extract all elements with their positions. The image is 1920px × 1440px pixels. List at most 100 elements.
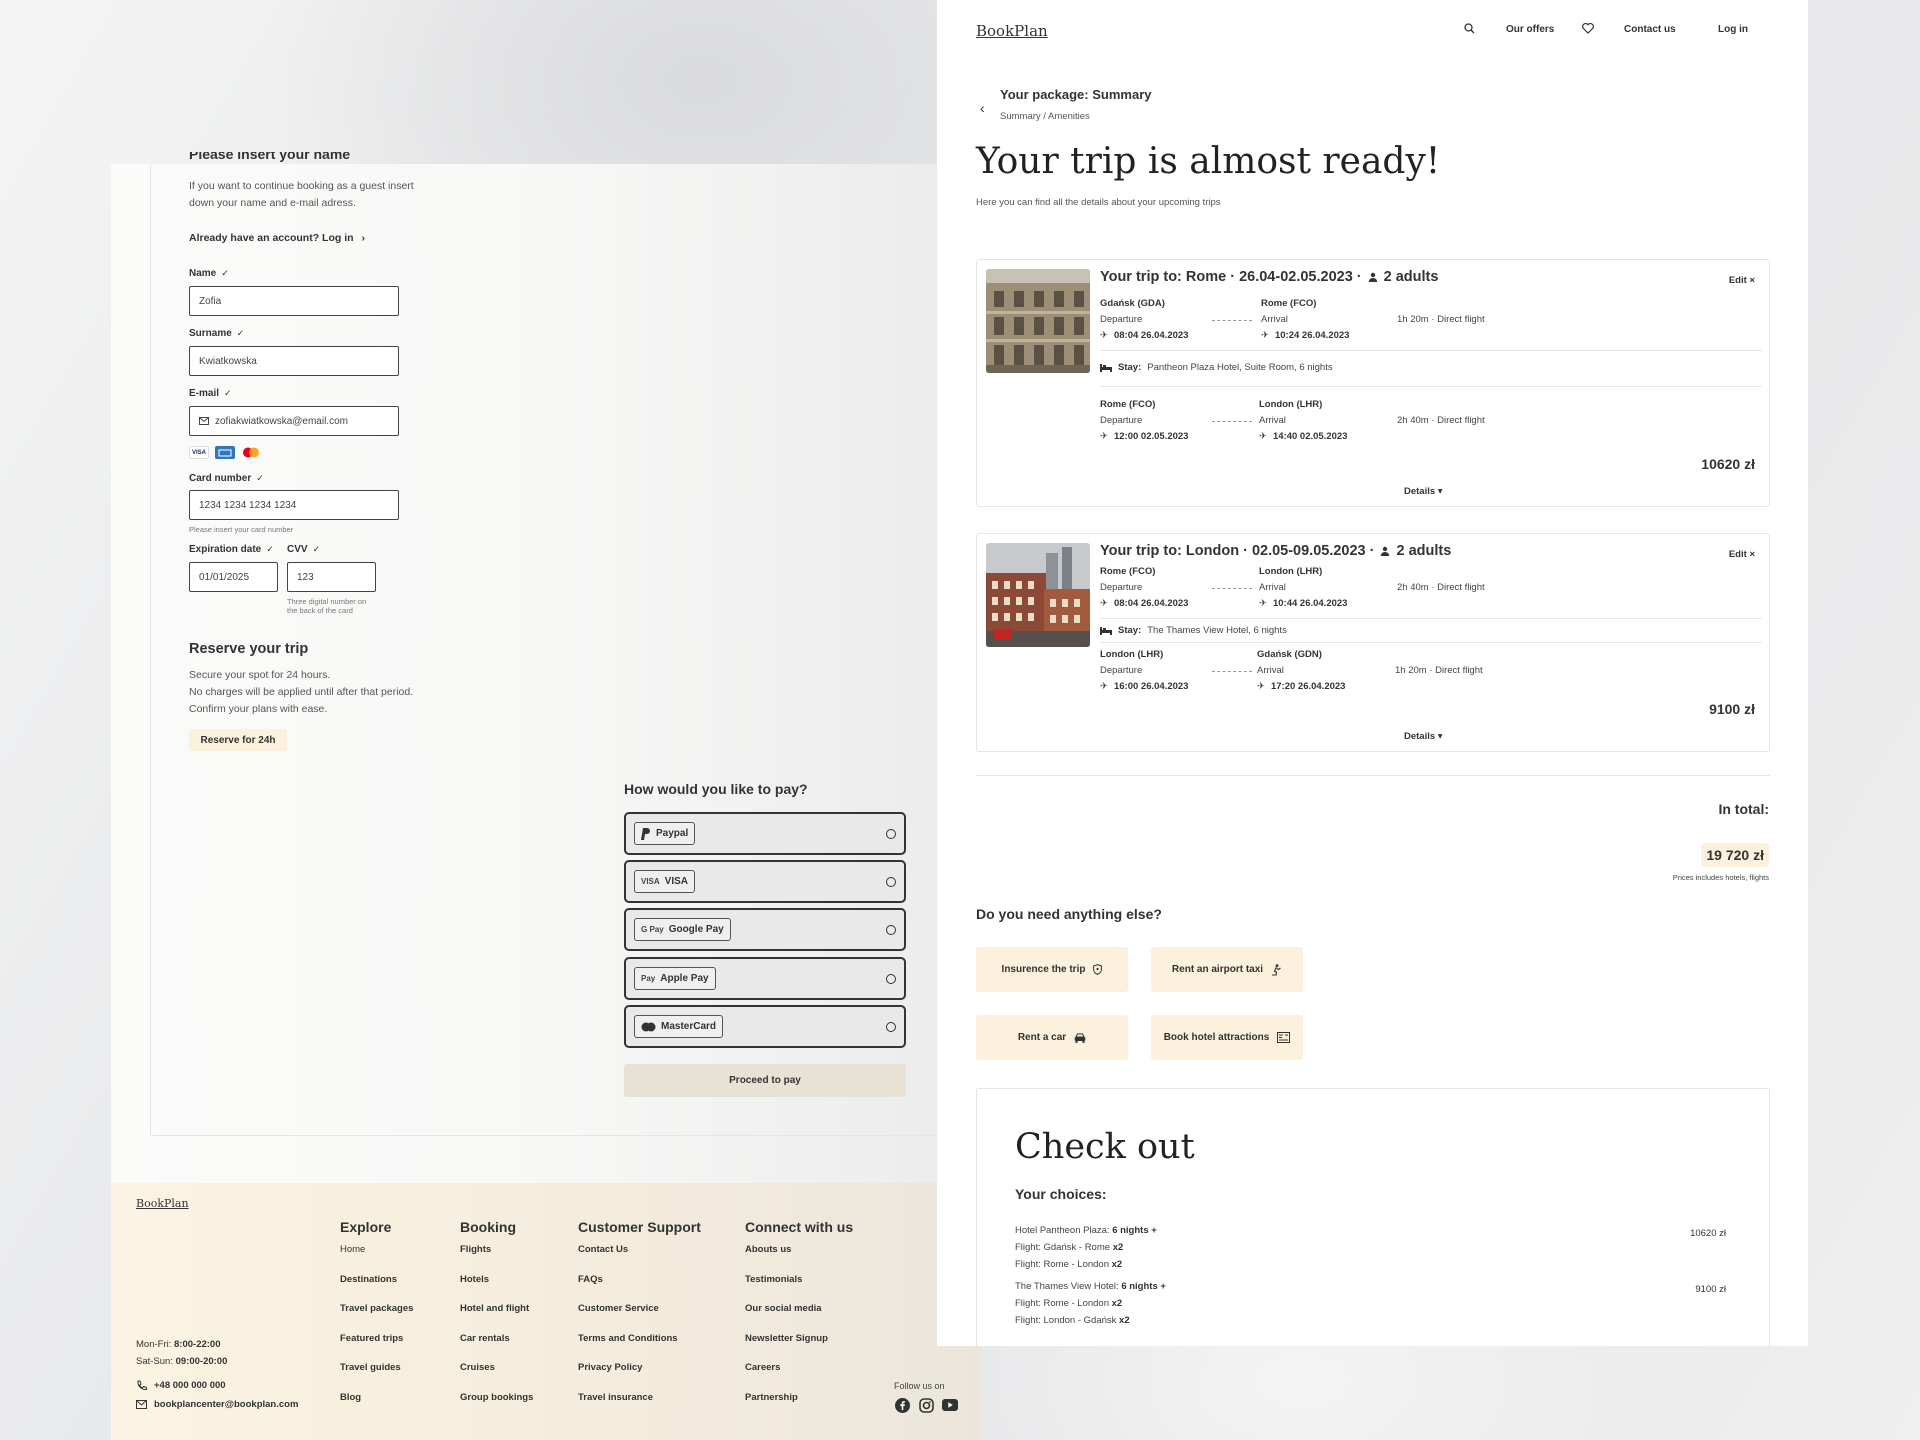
edit-trip-button[interactable]: Edit × bbox=[1729, 275, 1755, 286]
check-icon: ✓ bbox=[236, 328, 245, 338]
login-link[interactable]: Already have an account? Log in › bbox=[189, 230, 365, 247]
payment-option-google-pay[interactable]: G Pay Google Pay bbox=[624, 908, 906, 951]
plane-landing-icon: ✈ bbox=[1261, 330, 1269, 341]
divider bbox=[1100, 618, 1762, 619]
section-divider bbox=[976, 775, 1770, 776]
rent-car-button[interactable]: Rent a car bbox=[976, 1015, 1128, 1060]
total-price: 19 720 zł bbox=[1701, 843, 1769, 867]
trip-card-rome: Your trip to: Rome · 26.04-02.05.2023 · … bbox=[976, 259, 1770, 507]
mastercard-tag: MasterCard bbox=[634, 1015, 724, 1038]
radio-mastercard[interactable] bbox=[886, 1022, 896, 1032]
proceed-to-pay-button[interactable]: Proceed to pay bbox=[624, 1064, 906, 1097]
check-icon: ✓ bbox=[221, 268, 229, 278]
footer-support-title: Customer Support bbox=[578, 1219, 701, 1235]
footer-link[interactable]: Blog bbox=[340, 1392, 413, 1422]
surname-field[interactable]: Kwiatkowska bbox=[189, 346, 399, 376]
instagram-icon[interactable] bbox=[918, 1397, 934, 1413]
radio-google-pay[interactable] bbox=[886, 925, 896, 935]
footer-explore-title: Explore bbox=[340, 1219, 392, 1235]
social-links bbox=[894, 1397, 958, 1413]
footer-link[interactable]: Featured trips bbox=[340, 1333, 413, 1363]
follow-us-label: Follow us on bbox=[894, 1381, 945, 1391]
details-toggle[interactable]: Details ▾ bbox=[1404, 731, 1443, 742]
person-icon bbox=[1368, 272, 1378, 282]
name-field[interactable]: Zofia bbox=[189, 286, 399, 316]
edit-trip-button[interactable]: Edit × bbox=[1729, 549, 1755, 560]
footer-link[interactable]: Hotels bbox=[460, 1274, 533, 1304]
apple-pay-icon: Pay bbox=[641, 974, 656, 983]
radio-paypal[interactable] bbox=[886, 829, 896, 839]
heart-icon[interactable] bbox=[1582, 23, 1594, 34]
footer-phone[interactable]: +48 000 000 000 bbox=[136, 1380, 226, 1391]
payment-title: How would you like to pay? bbox=[624, 781, 808, 797]
payment-option-mastercard[interactable]: MasterCard bbox=[624, 1005, 906, 1048]
details-toggle[interactable]: Details ▾ bbox=[1404, 486, 1443, 497]
radio-visa[interactable] bbox=[886, 877, 896, 887]
visa-tag: VISA VISA bbox=[634, 870, 696, 893]
footer-link[interactable]: Abouts us bbox=[745, 1244, 853, 1274]
email-field[interactable]: zofiakwiatkowska@email.com bbox=[189, 406, 399, 436]
youtube-icon[interactable] bbox=[942, 1397, 958, 1413]
nav-contact-us[interactable]: Contact us bbox=[1624, 24, 1676, 35]
payment-option-apple-pay[interactable]: Pay Apple Pay bbox=[624, 957, 906, 1000]
reserve-button[interactable]: Reserve for 24h bbox=[189, 729, 287, 751]
footer-link[interactable]: Partnership bbox=[745, 1392, 853, 1422]
check-icon: ✓ bbox=[266, 544, 274, 554]
site-logo[interactable]: BookPlan bbox=[976, 22, 1048, 40]
page-subtitle: Here you can find all the details about … bbox=[976, 197, 1221, 208]
cvv-field[interactable]: 123 bbox=[287, 562, 376, 592]
footer-link[interactable]: Travel insurance bbox=[578, 1392, 701, 1422]
footer-link[interactable]: Hotel and flight bbox=[460, 1303, 533, 1333]
footer-email[interactable]: bookplancenter@bookplan.com bbox=[136, 1399, 298, 1410]
plane-takeoff-icon: ✈ bbox=[1100, 431, 1108, 442]
footer-link[interactable]: Newsletter Signup bbox=[745, 1333, 853, 1363]
footer-link[interactable]: Travel guides bbox=[340, 1362, 413, 1392]
footer-link[interactable]: Cruises bbox=[460, 1362, 533, 1392]
footer-link[interactable]: Travel packages bbox=[340, 1303, 413, 1333]
plane-landing-icon: ✈ bbox=[1259, 431, 1267, 442]
footer-link[interactable]: Car rentals bbox=[460, 1333, 533, 1363]
footer-link[interactable]: Customer Service bbox=[578, 1303, 701, 1333]
plane-takeoff-icon: ✈ bbox=[1100, 598, 1108, 609]
extras-title: Do you need anything else? bbox=[976, 906, 1162, 922]
footer-link[interactable]: Destinations bbox=[340, 1274, 413, 1304]
nav-log-in[interactable]: Log in bbox=[1718, 24, 1748, 35]
footer-link[interactable]: FAQs bbox=[578, 1274, 701, 1304]
facebook-icon[interactable] bbox=[894, 1397, 910, 1413]
person-icon bbox=[1380, 546, 1390, 556]
expiration-field[interactable]: 01/01/2025 bbox=[189, 562, 278, 592]
footer-link[interactable]: Terms and Conditions bbox=[578, 1333, 701, 1363]
package-title: Your package: Summary bbox=[1000, 87, 1152, 102]
payment-option-visa[interactable]: VISA VISA bbox=[624, 860, 906, 903]
close-icon[interactable]: × bbox=[1749, 275, 1755, 286]
airport-taxi-button[interactable]: Rent an airport taxi bbox=[1151, 947, 1303, 992]
checkout-price-london: 9100 zł bbox=[1695, 1284, 1726, 1295]
footer-logo[interactable]: BookPlan bbox=[136, 1197, 189, 1210]
radio-apple-pay[interactable] bbox=[886, 974, 896, 984]
footer-link[interactable]: Careers bbox=[745, 1362, 853, 1392]
flight-outbound: Gdańsk (GDA) Departure ✈ 08:04 26.04.2023… bbox=[1100, 296, 1762, 344]
payment-option-paypal[interactable]: Paypal bbox=[624, 812, 906, 855]
insurance-button[interactable]: Insurence the trip bbox=[976, 947, 1128, 992]
footer: BookPlan Explore Home Destinations Trave… bbox=[111, 1183, 981, 1440]
check-icon: ✓ bbox=[224, 388, 232, 398]
footer-link[interactable]: Flights bbox=[460, 1244, 533, 1274]
checkout-card: Check out Your choices: Hotel Pantheon P… bbox=[976, 1088, 1770, 1348]
footer-link[interactable]: Privacy Policy bbox=[578, 1362, 701, 1392]
footer-link[interactable]: Testimonials bbox=[745, 1274, 853, 1304]
card-number-field[interactable]: 1234 1234 1234 1234 bbox=[189, 490, 399, 520]
footer-link[interactable]: Group bookings bbox=[460, 1392, 533, 1422]
flight-path-line bbox=[1212, 671, 1252, 672]
footer-link[interactable]: Contact Us bbox=[578, 1244, 701, 1274]
back-chevron-icon[interactable]: ‹ bbox=[980, 100, 985, 116]
search-icon[interactable] bbox=[1464, 23, 1475, 34]
cvv-hint: Three digital number on the back of the c… bbox=[287, 597, 367, 615]
checkout-item-rome: Hotel Pantheon Plaza: 6 nights + Flight:… bbox=[1015, 1225, 1157, 1270]
hotel-attractions-button[interactable]: Book hotel attractions bbox=[1151, 1015, 1303, 1060]
nav-our-offers[interactable]: Our offers bbox=[1506, 24, 1554, 35]
visa-icon: VISA bbox=[641, 877, 660, 886]
close-icon[interactable]: × bbox=[1749, 549, 1755, 560]
footer-link[interactable]: Home bbox=[340, 1244, 413, 1274]
footer-link[interactable]: Our social media bbox=[745, 1303, 853, 1333]
total-note: Prices includes hotels, flights bbox=[1672, 873, 1769, 882]
